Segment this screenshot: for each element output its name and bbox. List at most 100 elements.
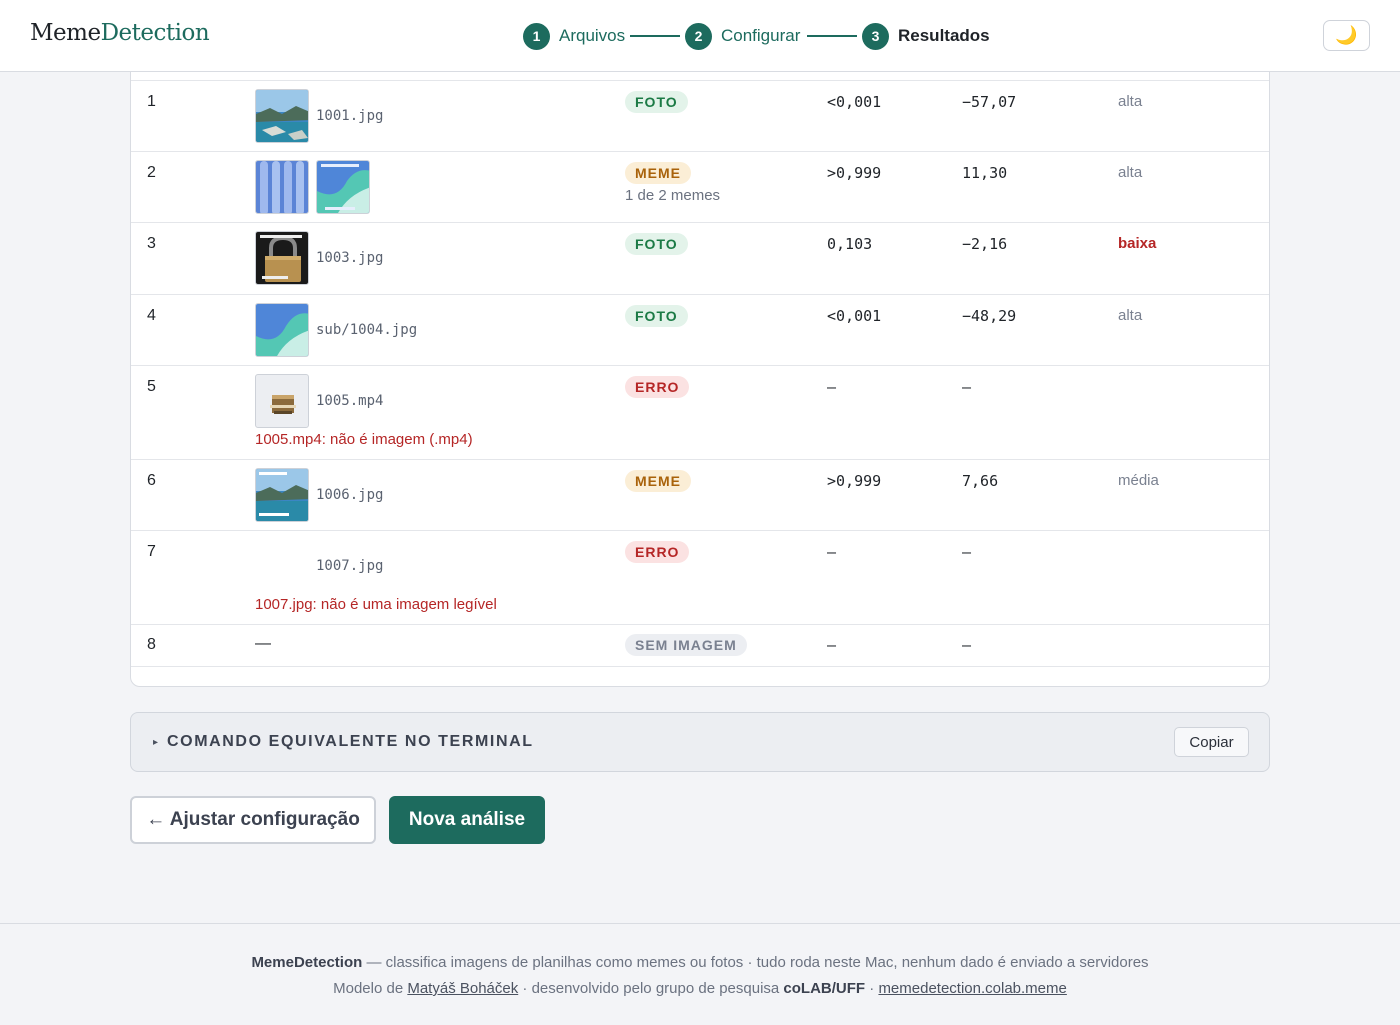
results-table: 1 1001.jpg FOTO <0,001 −57,07 alta 2 MEM… [130,60,1270,687]
step-connector [630,35,680,37]
padlock-meme-thumbnail [256,232,308,284]
step-label: Arquivos [559,26,626,45]
step-number: 3 [862,22,889,50]
image-thumbnail[interactable] [255,303,309,357]
status-badge: SEM IMAGEM [625,634,747,656]
confidence-label: média [1118,472,1159,489]
row-index: 1 [147,93,156,110]
new-analysis-button[interactable]: Nova análise [389,796,545,844]
row-index: 8 [147,636,156,653]
confidence-label: alta [1118,307,1143,324]
copy-button[interactable]: Copiar [1174,727,1249,757]
file-name: 1007.jpg [316,558,384,574]
score-value: −57,07 [962,93,1017,111]
table-row: 8 — SEM IMAGEM — — [131,625,1269,667]
table-row: 7 1007.jpg 1007.jpg: não é uma imagem le… [131,531,1269,625]
confidence-label: alta [1118,93,1143,110]
status-badge: MEME [625,470,691,492]
terminal-command-title: COMANDO EQUIVALENTE NO TERMINAL [167,733,534,750]
footer-text: · [865,980,879,997]
footer-description: — classifica imagens de planilhas como m… [362,954,1149,971]
p-value: <0,001 [827,307,882,325]
score-value: — [962,378,972,396]
adjust-config-button[interactable]: ← Ajustar configuração [130,796,376,844]
row-index: 6 [147,472,156,489]
step-arquivos[interactable]: 1 Arquivos [523,22,625,50]
error-message: 1007.jpg: não é uma imagem legível [255,596,497,613]
file-name: 1006.jpg [316,487,384,503]
row-index: 4 [147,307,156,324]
image-thumbnail[interactable] [255,231,309,285]
table-row: 4 sub/1004.jpg FOTO <0,001 −48,29 alta [131,295,1269,366]
row-index: 5 [147,378,156,395]
disclosure-triangle-icon: ▸ [153,737,159,748]
table-row: 3 1003.jpg FOTO 0,103 −2,16 baixa [131,223,1269,295]
score-value: −2,16 [962,235,1008,253]
site-link[interactable]: memedetection.colab.meme [878,980,1066,997]
confidence-label: alta [1118,164,1143,181]
theme-toggle-button[interactable]: 🌙 [1323,20,1370,51]
stepper: 1 Arquivos 2 Configurar 3 Resultados [0,22,1400,50]
lake-meme-thumbnail [256,469,308,521]
footer: MemeDetection — classifica imagens de pl… [0,923,1400,1025]
app-header: MemeDetection 1 Arquivos 2 Configurar 3 … [0,0,1400,72]
p-value: >0,999 [827,164,882,182]
footer-text: · desenvolvido pelo grupo de pesquisa [518,980,784,997]
file-name: — [255,635,271,652]
status-badge: ERRO [625,376,690,398]
p-value: 0,103 [827,235,873,253]
row-index: 2 [147,164,156,181]
file-name: 1003.jpg [316,250,384,266]
step-connector [807,35,857,37]
status-badge: FOTO [625,233,688,255]
footer-brand: MemeDetection [251,954,363,971]
image-thumbnail[interactable] [255,468,309,522]
group-name: coLAB/UFF [783,980,866,997]
lake-photo-thumbnail [256,90,308,142]
score-value: 7,66 [962,472,999,490]
error-message: 1005.mp4: não é imagem (.mp4) [255,431,473,448]
status-badge: MEME [625,162,691,184]
image-thumbnail[interactable] [255,160,309,214]
film-icon [270,395,296,414]
p-value: >0,999 [827,472,882,490]
image-thumbnail[interactable] [255,374,309,428]
p-value: — [827,636,837,654]
table-row: 2 MEME 1 de 2 memes >0,999 11,30 alta [131,152,1269,223]
step-configurar[interactable]: 2 Configurar [685,22,800,50]
wave-photo-thumbnail [256,304,308,356]
step-resultados[interactable]: 3 Resultados [862,22,990,50]
status-badge: FOTO [625,305,688,327]
score-value: −48,29 [962,307,1017,325]
footer-line-1: MemeDetection — classifica imagens de pl… [0,954,1400,971]
row-index: 3 [147,235,156,252]
step-number: 2 [685,22,712,50]
score-value: — [962,636,972,654]
meme-count-note: 1 de 2 memes [625,187,721,204]
footer-line-2: Modelo de Matyáš Boháček · desenvolvido … [0,980,1400,997]
meme-wave-thumbnail [317,161,369,213]
footer-text: Modelo de [333,980,408,997]
p-value: — [827,378,837,396]
confidence-label: baixa [1118,235,1157,252]
score-value: 11,30 [962,164,1008,182]
score-value: — [962,543,972,561]
file-name: 1005.mp4 [316,393,384,409]
author-link[interactable]: Matyáš Boháček [407,980,518,997]
blue-pattern-thumbnail [256,161,308,213]
row-index: 7 [147,543,156,560]
image-thumbnail[interactable] [316,160,370,214]
file-name: sub/1004.jpg [316,322,418,338]
image-thumbnail[interactable] [255,89,309,143]
table-row: 6 1006.jpg MEME >0,999 7,66 média [131,460,1269,531]
terminal-command-disclosure[interactable]: ▸ COMANDO EQUIVALENTE NO TERMINAL Copiar [130,712,1270,772]
p-value: — [827,543,837,561]
p-value: <0,001 [827,93,882,111]
file-name: 1001.jpg [316,108,384,124]
status-badge: ERRO [625,541,690,563]
table-row: 1 1001.jpg FOTO <0,001 −57,07 alta [131,80,1269,152]
status-badge: FOTO [625,91,688,113]
step-label: Configurar [721,26,801,45]
moon-icon: 🌙 [1335,25,1358,45]
step-number: 1 [523,22,550,50]
